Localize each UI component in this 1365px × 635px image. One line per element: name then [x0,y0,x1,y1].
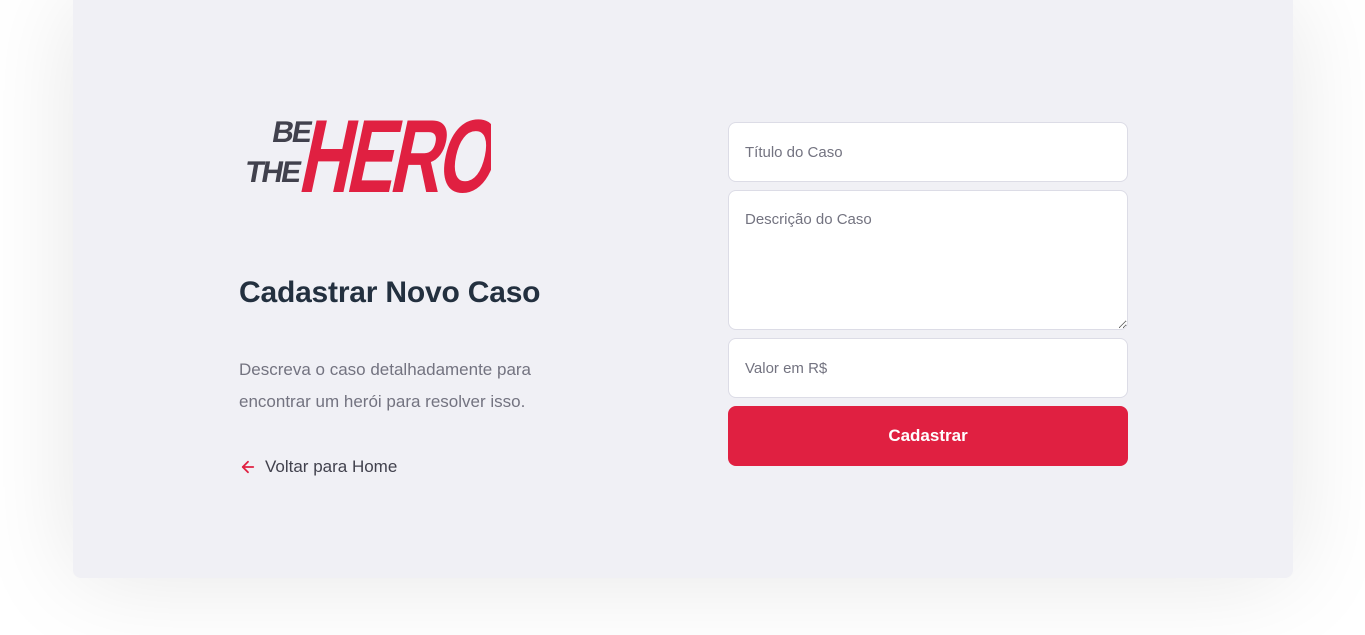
logo-line-the: THE [243,156,304,189]
page-title: Cadastrar Novo Caso [239,276,541,309]
logo-hero: HERO [292,99,491,204]
case-title-input[interactable] [728,122,1128,182]
back-to-home-link[interactable]: Voltar para Home [239,457,397,477]
be-the-hero-logo: BE THE HERO [243,99,491,204]
new-incident-form: Cadastrar [728,122,1128,466]
back-link-label: Voltar para Home [265,457,398,476]
register-button[interactable]: Cadastrar [728,406,1128,466]
new-incident-card: BE THE HERO Cadastrar Novo Caso Descreva… [73,0,1293,578]
page-description: Descreva o caso detalhadamente para enco… [239,360,532,411]
arrow-left-icon [239,458,257,476]
case-value-input[interactable] [728,338,1128,398]
case-description-textarea[interactable] [728,190,1128,330]
logo-word-hero: HERO [292,99,491,204]
